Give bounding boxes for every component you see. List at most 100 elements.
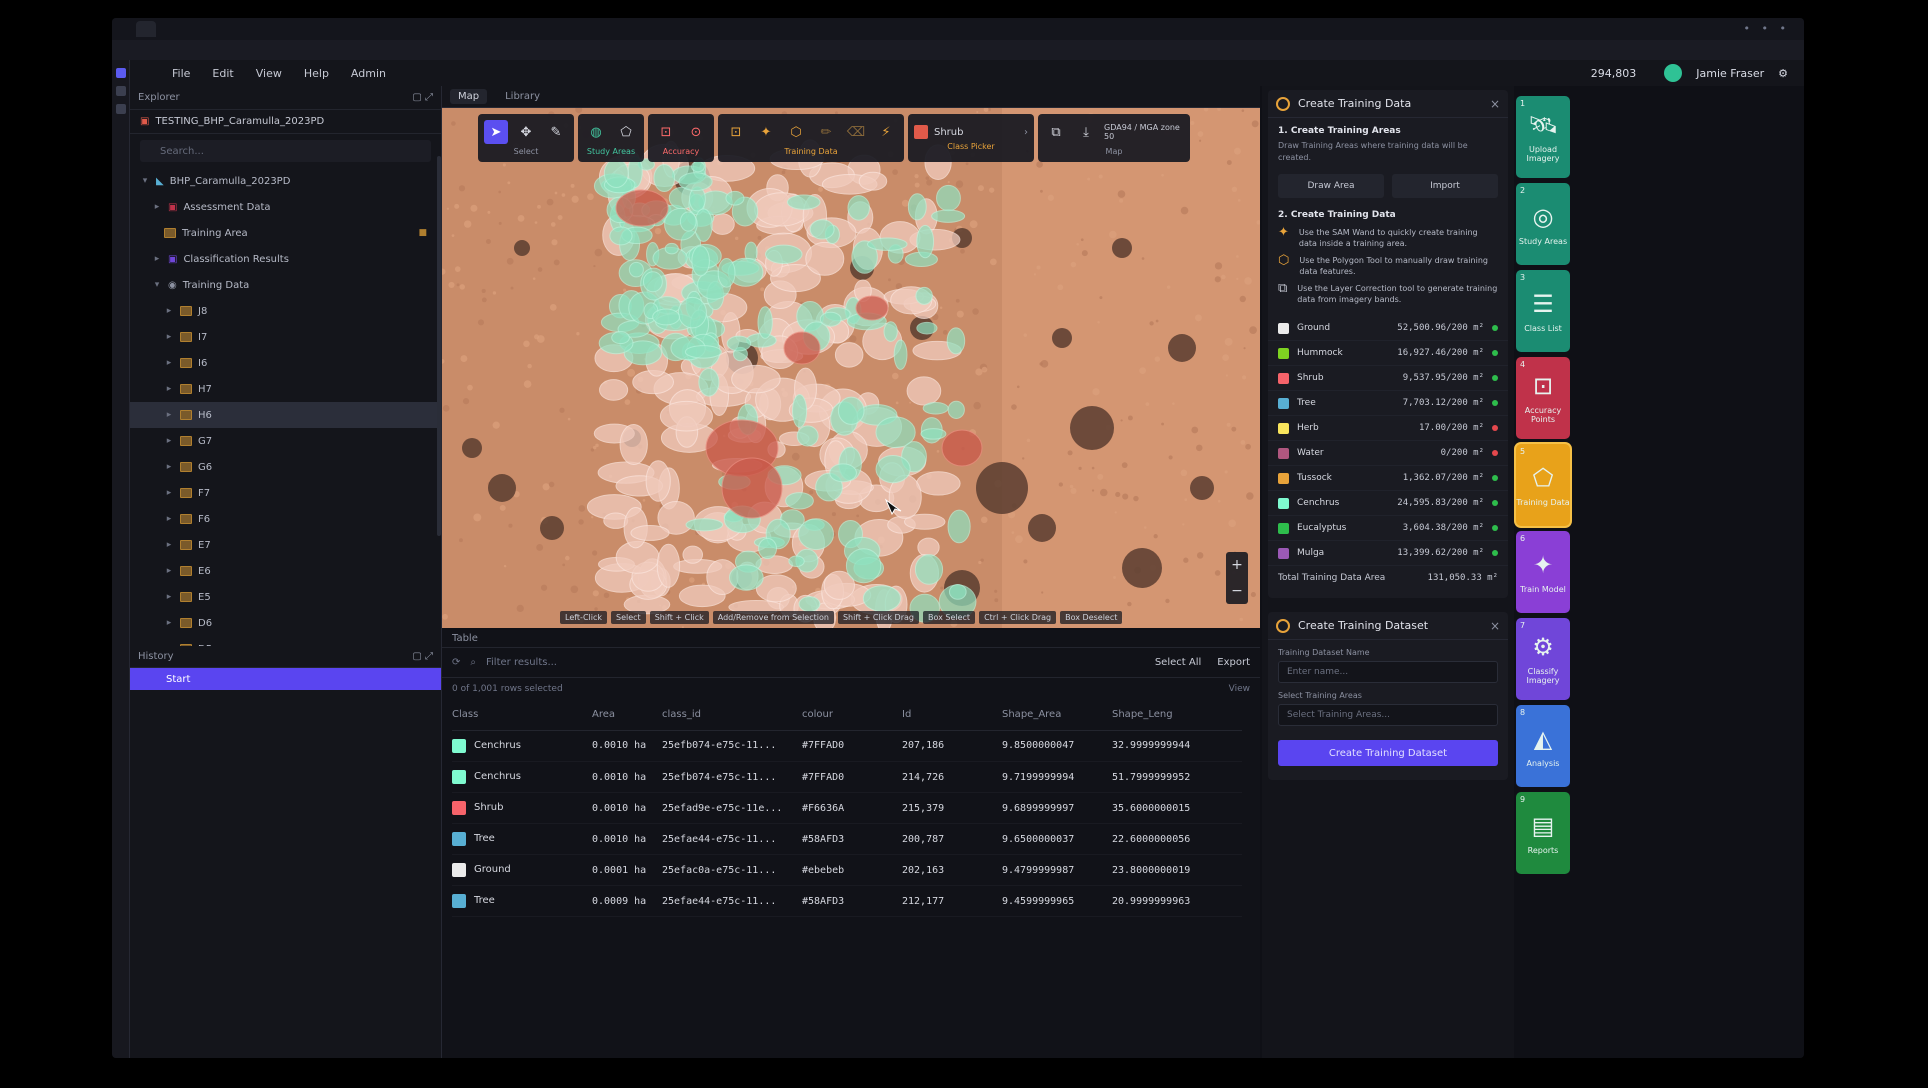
magic-wand-icon[interactable]: ✦ [754, 120, 778, 144]
accuracy-box-icon[interactable]: ⊡ [654, 120, 678, 144]
col-shape-area[interactable]: Shape_Area [1002, 700, 1112, 731]
class-row[interactable]: Herb 17.00/200 m² [1268, 416, 1508, 441]
workflow-step[interactable]: 2 ◎ Study Areas [1516, 183, 1570, 265]
training-areas-select[interactable]: Select Training Areas... [1278, 704, 1498, 726]
class-row[interactable]: Water 0/200 m² [1268, 441, 1508, 466]
area-box-icon[interactable]: ⊡ [724, 120, 748, 144]
menu-admin[interactable]: Admin [351, 67, 386, 80]
table-row[interactable]: Cenchrus 0.0010 ha 25efb074-e75c-11... #7FF… [452, 730, 1242, 762]
table-row[interactable]: Cenchrus 0.0010 ha 25efb074-e75c-11... #7FF… [452, 761, 1242, 793]
polygon-icon[interactable]: ⬠ [614, 120, 638, 144]
explorer-scrollbar[interactable] [437, 156, 441, 536]
tree-item-tile[interactable]: ▸ E6 [130, 558, 441, 584]
tree-item-tile[interactable]: ▸ I7 [130, 324, 441, 350]
class-row[interactable]: Ground 52,500.96/200 m² [1268, 316, 1508, 341]
tree-item-tile[interactable]: ▸ H7 [130, 376, 441, 402]
search-icon[interactable] [115, 104, 126, 114]
tree-item-tile[interactable]: ▸ H6 [130, 402, 441, 428]
dataset-name-input[interactable]: Enter name... [1278, 661, 1498, 683]
browser-urlbar[interactable] [112, 40, 1804, 60]
workflow-step[interactable]: 4 ⊡ Accuracy Points [1516, 357, 1570, 439]
zoom-out-button[interactable]: − [1231, 583, 1243, 599]
pencil-icon[interactable]: ✏ [814, 120, 838, 144]
workflow-step[interactable]: 8 ◭ Analysis [1516, 705, 1570, 787]
tab-library[interactable]: Library [497, 89, 548, 104]
avatar[interactable] [1664, 64, 1683, 82]
tree-item-tile[interactable]: ▸ G6 [130, 454, 441, 480]
tab-table[interactable]: Table [452, 633, 478, 644]
table-row[interactable]: Shrub 0.0010 ha 25efad9e-e75c-11e... #F6636… [452, 792, 1242, 824]
menu-help[interactable]: Help [304, 67, 329, 80]
refresh-icon[interactable]: ⟳ [452, 657, 460, 668]
class-row[interactable]: Shrub 9,537.95/200 m² [1268, 366, 1508, 391]
workflow-step[interactable]: 7 ⚙ Classify Imagery [1516, 618, 1570, 700]
lock-icon[interactable]: ■ [418, 228, 427, 238]
tree-item-training-data[interactable]: ▾ ◉ Training Data [130, 272, 441, 298]
table-row[interactable]: Tree 0.0009 ha 25efae44-e75c-11... #58AFD3 2… [452, 885, 1242, 917]
menu-file[interactable]: File [172, 67, 190, 80]
class-row[interactable]: Tree 7,703.12/200 m² [1268, 391, 1508, 416]
col-shape-leng[interactable]: Shape_Leng [1112, 700, 1242, 731]
history-tab[interactable]: History [138, 651, 174, 662]
tree-item-classification-results[interactable]: ▸ ▣ Classification Results [130, 246, 441, 272]
workflow-step[interactable]: 1 🛰 Upload Imagery [1516, 96, 1570, 178]
table-row[interactable]: Tree 0.0010 ha 25efae44-e75c-11... #58AFD3 2… [452, 823, 1242, 855]
col-class[interactable]: Class [452, 700, 592, 731]
tree-item-tile[interactable]: ▸ E5 [130, 584, 441, 610]
explorer-icon[interactable] [115, 68, 126, 78]
zoom-in-button[interactable]: + [1231, 557, 1243, 573]
crs-label[interactable]: GDA94 / MGA zone 50 [1104, 123, 1184, 141]
export-button[interactable]: Export [1217, 657, 1250, 668]
close-icon[interactable]: × [1490, 97, 1500, 111]
col-class-id[interactable]: class_id [662, 700, 802, 731]
class-row[interactable]: Cenchrus 24,595.83/200 m² [1268, 491, 1508, 516]
close-icon[interactable]: × [1490, 619, 1500, 633]
filter-input[interactable]: Filter results... [486, 657, 557, 668]
panel-controls-icon[interactable]: ▢ ⤢ [412, 92, 433, 103]
import-button[interactable]: Import [1392, 174, 1498, 198]
tree-item-tile[interactable]: ▸ J8 [130, 298, 441, 324]
tree-item-tile[interactable]: ▸ D6 [130, 610, 441, 636]
menu-edit[interactable]: Edit [212, 67, 233, 80]
tree-item-tile[interactable]: ▸ F6 [130, 506, 441, 532]
tree-item-training-area[interactable]: Training Area ■ [130, 220, 441, 246]
eraser-icon[interactable]: ⌫ [844, 120, 868, 144]
map-canvas[interactable]: ➤ ✥ ✎ Select ◍ ⬠ Study Areas ⊡ ⊙ Accuracy ⊡ ✦… [442, 108, 1260, 628]
target-icon[interactable]: ⊙ [684, 120, 708, 144]
panel-controls-icon[interactable]: ▢ ⤢ [412, 651, 433, 662]
workflow-step[interactable]: 3 ☰ Class List [1516, 270, 1570, 352]
layers-icon[interactable] [115, 86, 126, 96]
pan-icon[interactable]: ✥ [514, 120, 538, 144]
layer-stack-icon[interactable]: ⧉ [1044, 120, 1068, 144]
globe-icon[interactable]: ◍ [584, 120, 608, 144]
create-training-dataset-button[interactable]: Create Training Dataset [1278, 740, 1498, 766]
download-icon[interactable]: ⤓ [1074, 120, 1098, 144]
browser-tab[interactable] [136, 21, 156, 37]
view-button[interactable]: View [1229, 684, 1250, 694]
measure-icon[interactable]: ✎ [544, 120, 568, 144]
class-row[interactable]: Mulga 13,399.62/200 m² [1268, 541, 1508, 566]
draw-area-button[interactable]: Draw Area [1278, 174, 1384, 198]
layer-correction-icon[interactable]: ⚡ [874, 120, 898, 144]
user-name[interactable]: Jamie Fraser [1696, 67, 1764, 80]
tool-group-class-picker[interactable]: Shrub › Class Picker [908, 114, 1034, 162]
tree-item-tile[interactable]: ▸ G7 [130, 428, 441, 454]
menu-view[interactable]: View [256, 67, 282, 80]
class-row[interactable]: Hummock 16,927.46/200 m² [1268, 341, 1508, 366]
tree-item-tile[interactable]: ▸ E7 [130, 532, 441, 558]
col-area[interactable]: Area [592, 700, 662, 731]
project-title[interactable]: ▣ TESTING_BHP_Caramulla_2023PD [130, 110, 441, 134]
explorer-tab[interactable]: Explorer [138, 92, 180, 103]
settings-icon[interactable]: ⚙ [1778, 67, 1788, 80]
explorer-search-input[interactable]: Search... [140, 140, 431, 162]
class-row[interactable]: Eucalyptus 3,604.38/200 m² [1268, 516, 1508, 541]
workflow-step[interactable]: 9 ▤ Reports [1516, 792, 1570, 874]
col-id[interactable]: Id [902, 700, 1002, 731]
tree-root[interactable]: ▾ ◣ BHP_Caramulla_2023PD [130, 168, 441, 194]
select-all-button[interactable]: Select All [1155, 657, 1201, 668]
class-row[interactable]: Tussock 1,362.07/200 m² [1268, 466, 1508, 491]
tree-item-tile[interactable]: ▸ I6 [130, 350, 441, 376]
workflow-step[interactable]: 6 ✦ Train Model [1516, 531, 1570, 613]
workflow-step[interactable]: 5 ⬠ Training Data [1516, 444, 1570, 526]
polygon-draw-icon[interactable]: ⬡ [784, 120, 808, 144]
